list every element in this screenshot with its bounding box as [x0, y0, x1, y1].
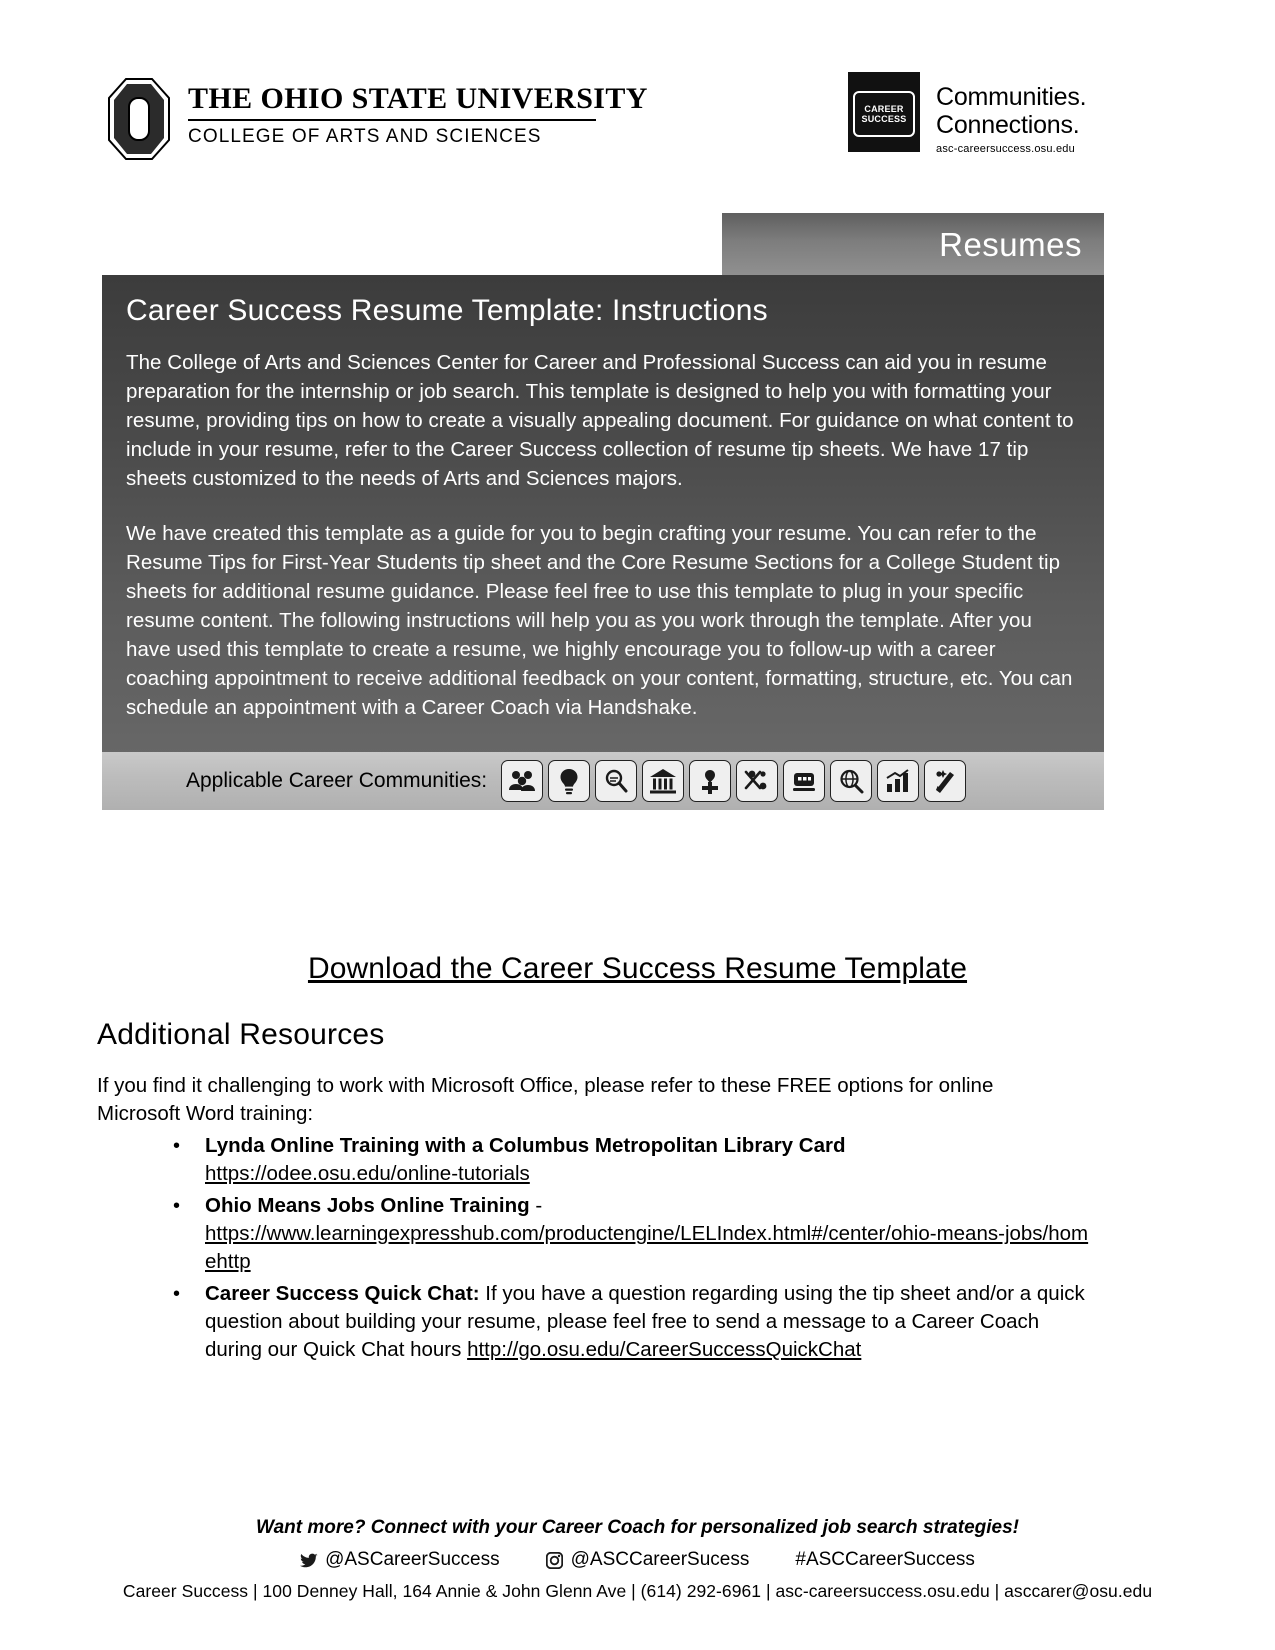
- osu-block-o-icon: [108, 78, 170, 160]
- career-community-icon-list: [501, 760, 967, 802]
- resource-link[interactable]: https://odee.osu.edu/online-tutorials: [205, 1162, 530, 1185]
- panel-title: Career Success Resume Template: Instruct…: [126, 294, 768, 327]
- list-item: Lynda Online Training with a Columbus Me…: [97, 1132, 1097, 1188]
- lightbulb-icon[interactable]: [548, 760, 591, 802]
- career-success-badge-text: CAREER SUCCESS: [853, 91, 915, 137]
- chart-growth-icon[interactable]: [877, 760, 920, 802]
- twitter-bird-icon: [300, 1551, 318, 1569]
- instructions-panel: Career Success Resume Template: Instruct…: [102, 275, 1104, 810]
- chart-growth-glyph: [886, 769, 909, 792]
- footer-contact-line: Career Success | 100 Denney Hall, 164 An…: [122, 1581, 1153, 1601]
- gears-people-glyph: [744, 770, 767, 790]
- resource-link[interactable]: https://www.learningexpresshub.com/produ…: [205, 1222, 1088, 1273]
- badge-line-1: CAREER: [864, 103, 904, 114]
- brand-url: asc-careersuccess.osu.edu: [936, 143, 1075, 155]
- footer-social-row: @ASCareerSuccess @ASCCareerSucess #ASCCa…: [0, 1549, 1275, 1571]
- social-handle: @ASCCareerSucess: [570, 1549, 750, 1570]
- lightbulb-glyph: [560, 769, 578, 795]
- career-success-badge-icon: CAREER SUCCESS: [848, 72, 920, 152]
- additional-resources-heading: Additional Resources: [97, 1018, 385, 1051]
- resource-suffix: -: [529, 1194, 543, 1217]
- people-group-glyph: [509, 771, 536, 791]
- career-success-wordmark: Communities. Connections. asc-careersucc…: [936, 72, 1087, 155]
- resource-title: Career Success Quick Chat:: [205, 1282, 480, 1305]
- magnifier-book-icon[interactable]: [595, 760, 638, 802]
- twitter-bird-glyph: [300, 1553, 318, 1567]
- resource-title: Ohio Means Jobs Online Training: [205, 1194, 530, 1217]
- tab-resumes-label: Resumes: [939, 225, 1082, 263]
- brand-line-1: Communities.: [936, 83, 1087, 111]
- tab-resumes: Resumes: [722, 213, 1104, 275]
- page-header: THE OHIO STATE UNIVERSITY COLLEGE OF ART…: [0, 60, 1275, 175]
- social-instagram[interactable]: @ASCCareerSucess: [546, 1549, 750, 1571]
- panel-paragraph-1: The College of Arts and Sciences Center …: [126, 351, 1074, 490]
- career-success-lockup: CAREER SUCCESS Communities. Connections.…: [848, 72, 1087, 155]
- page-footer: Want more? Connect with your Career Coac…: [0, 1517, 1275, 1602]
- resources-bullet-list: Lynda Online Training with a Columbus Me…: [97, 1132, 1097, 1364]
- university-name: THE OHIO STATE UNIVERSITY: [188, 82, 648, 115]
- list-item: Ohio Means Jobs Online Training - https:…: [97, 1192, 1097, 1276]
- social-hashtag: #ASCCareerSuccess: [795, 1549, 975, 1571]
- career-communities-label: Applicable Career Communities:: [186, 769, 488, 792]
- panel-paragraph-2: We have created this template as a guide…: [126, 522, 1073, 719]
- instagram-icon: [546, 1551, 564, 1569]
- social-handle: #ASCCareerSuccess: [795, 1549, 975, 1570]
- health-cross-icon[interactable]: [689, 760, 732, 802]
- resource-link[interactable]: http://go.osu.edu/CareerSuccessQuickChat: [467, 1338, 861, 1361]
- arts-palette-icon[interactable]: [924, 760, 967, 802]
- bank-building-glyph: [650, 769, 677, 794]
- panel-body: The College of Arts and Sciences Center …: [102, 326, 1104, 722]
- instagram-glyph: [546, 1551, 564, 1569]
- osu-wordmark: THE OHIO STATE UNIVERSITY COLLEGE OF ART…: [188, 78, 648, 146]
- arts-palette-glyph: [936, 770, 955, 793]
- footer-tagline: Want more? Connect with your Career Coac…: [256, 1517, 1019, 1538]
- download-template-row: Download the Career Success Resume Templ…: [0, 952, 1275, 986]
- globe-search-icon[interactable]: [830, 760, 873, 802]
- resource-title: Lynda Online Training with a Columbus Me…: [205, 1134, 846, 1157]
- magnifier-book-glyph: [605, 769, 628, 793]
- badge-line-2: SUCCESS: [861, 114, 907, 124]
- list-item: Career Success Quick Chat: If you have a…: [97, 1280, 1097, 1364]
- additional-resources-intro: If you find it challenging to work with …: [97, 1074, 994, 1125]
- microscope-glyph: [793, 773, 816, 791]
- career-communities-bar: Applicable Career Communities:: [102, 752, 1104, 810]
- gears-people-icon[interactable]: [736, 760, 779, 802]
- microscope-icon[interactable]: [783, 760, 826, 802]
- social-twitter[interactable]: @ASCareerSuccess: [300, 1549, 500, 1571]
- wordmark-divider: [188, 119, 596, 121]
- people-group-icon[interactable]: [501, 760, 544, 802]
- bank-building-icon[interactable]: [642, 760, 685, 802]
- osu-logo-lockup: THE OHIO STATE UNIVERSITY COLLEGE OF ART…: [108, 78, 648, 160]
- college-name: COLLEGE OF ARTS AND SCIENCES: [188, 126, 542, 147]
- social-handle: @ASCareerSuccess: [325, 1549, 500, 1570]
- brand-line-2: Connections.: [936, 110, 1080, 139]
- additional-resources-section: Additional Resources If you find it chal…: [97, 1020, 1097, 1364]
- globe-search-glyph: [840, 769, 864, 794]
- health-cross-glyph: [702, 770, 719, 794]
- download-template-link[interactable]: Download the Career Success Resume Templ…: [308, 952, 967, 985]
